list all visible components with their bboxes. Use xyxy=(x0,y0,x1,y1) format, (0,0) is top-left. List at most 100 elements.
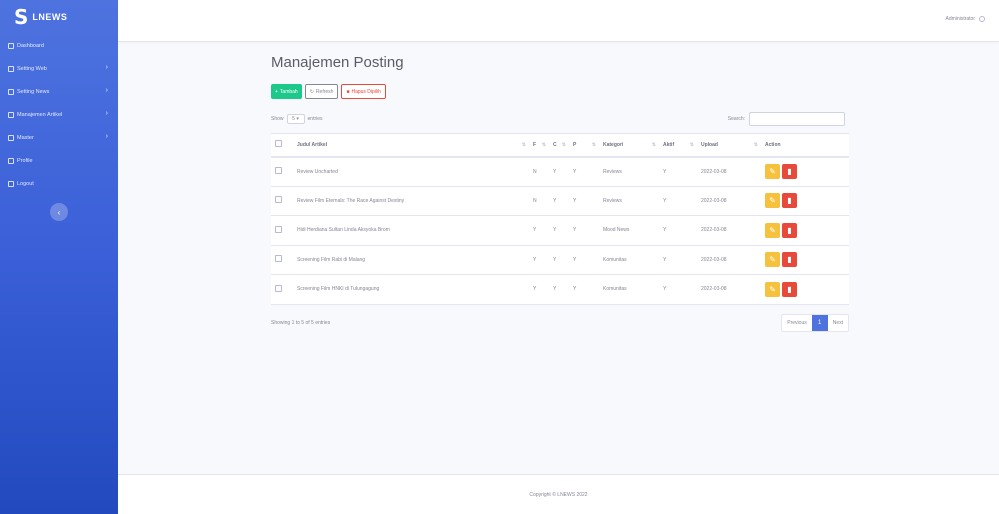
cell-title: Review Uncharted xyxy=(293,156,529,187)
add-button[interactable]: + Tambah xyxy=(271,84,302,99)
row-checkbox[interactable] xyxy=(275,255,282,263)
table-row: Screening Film Rabi di Malang Y Y Y Komu… xyxy=(271,245,849,275)
cell-kategori: Komunitas xyxy=(599,245,659,275)
cell-p: Y xyxy=(569,215,599,246)
cell-kategori: Mood News xyxy=(599,215,659,246)
entries-select[interactable]: 5 ▾ xyxy=(286,114,305,124)
action-buttons: + Tambah ↻ Refresh ■ Hapus Dipilih xyxy=(271,84,849,99)
add-button-label: Tambah xyxy=(279,88,298,95)
header-c[interactable]: C xyxy=(549,133,569,158)
folder-icon xyxy=(8,111,14,118)
entries-select-value: 5 xyxy=(292,116,295,122)
logout-icon xyxy=(8,180,14,187)
sidebar-item-logout[interactable]: Logout xyxy=(0,172,118,195)
page-title: Manajemen Posting xyxy=(271,54,404,71)
select-all-header[interactable] xyxy=(271,133,293,158)
checkbox-icon[interactable] xyxy=(275,140,282,148)
edit-button[interactable]: ✎ xyxy=(765,222,780,238)
delete-button[interactable]: ▮ xyxy=(782,222,797,238)
table-footer: Showing 1 to 5 of 5 entries Previous 1 N… xyxy=(271,313,849,333)
sidebar-item-setting-web[interactable]: Setting Web › xyxy=(0,57,118,80)
row-checkbox[interactable] xyxy=(275,225,282,233)
delete-selected-button[interactable]: ■ Hapus Dipilih xyxy=(341,84,386,99)
header-action: Action xyxy=(761,133,849,158)
delete-button[interactable]: ▮ xyxy=(782,193,797,209)
cell-p: Y xyxy=(569,274,599,305)
sidebar-item-dashboard[interactable]: Dashboard xyxy=(0,34,118,57)
user-menu[interactable]: Administrator xyxy=(946,16,985,22)
trash-icon: ▮ xyxy=(787,196,792,206)
edit-button[interactable]: ✎ xyxy=(765,164,780,179)
search-input[interactable] xyxy=(749,112,845,126)
cell-c: Y xyxy=(549,156,569,187)
table-row: Review Film Eternals: The Race Against D… xyxy=(271,186,849,216)
brand[interactable]: S LNEWS xyxy=(0,0,118,34)
dashboard-icon xyxy=(8,42,14,49)
edit-button[interactable]: ✎ xyxy=(765,193,780,209)
cell-title: Hidi Herdiana Sultan Linda Aksyoka Brom xyxy=(293,215,529,246)
refresh-button[interactable]: ↻ Refresh xyxy=(304,84,339,99)
cell-aktif: Y xyxy=(659,186,697,216)
sidebar-item-label: Setting News xyxy=(17,88,50,95)
cell-upload: 2022-03-08 xyxy=(697,156,761,187)
chevron-right-icon: › xyxy=(105,87,108,94)
header-f[interactable]: F xyxy=(529,133,549,158)
show-prefix: Show xyxy=(271,116,284,122)
header-p[interactable]: P xyxy=(569,133,599,158)
cell-p: Y xyxy=(569,156,599,187)
pencil-icon: ✎ xyxy=(769,196,776,206)
header-kategori[interactable]: Kategori xyxy=(599,133,659,158)
header-judul[interactable]: Judul Artikel xyxy=(293,133,529,158)
chevron-left-icon: ‹ xyxy=(57,207,61,217)
cell-f: Y xyxy=(529,245,549,275)
sidebar-item-master[interactable]: Master › xyxy=(0,126,118,149)
table-row: Review Uncharted N Y Y Reviews Y 2022-03… xyxy=(271,156,849,187)
trash-icon: ▮ xyxy=(787,255,792,265)
header-upload[interactable]: Upload xyxy=(697,133,761,158)
sidebar-item-profile[interactable]: Profile xyxy=(0,149,118,172)
pencil-icon: ✎ xyxy=(769,255,776,265)
trash-icon: ▮ xyxy=(787,167,792,176)
cell-f: Y xyxy=(529,274,549,305)
chevron-right-icon: › xyxy=(105,133,108,140)
sidebar-item-label: Master xyxy=(17,134,34,141)
user-name: Administrator xyxy=(945,16,975,22)
next-button[interactable]: Next xyxy=(828,315,848,331)
page-button-current[interactable]: 1 xyxy=(811,314,828,331)
cell-upload: 2022-03-08 xyxy=(697,186,761,216)
user-icon xyxy=(8,157,14,164)
edit-button[interactable]: ✎ xyxy=(765,281,780,297)
sidebar-item-manajemen-artikel[interactable]: Manajemen Artikel › xyxy=(0,103,118,126)
header-aktif[interactable]: Aktif xyxy=(659,133,697,158)
sidebar-item-setting-news[interactable]: Setting News › xyxy=(0,80,118,103)
row-checkbox[interactable] xyxy=(275,167,282,174)
posting-table: Judul Artikel F C P Kategori Aktif Uploa… xyxy=(271,133,849,305)
folder-icon xyxy=(8,134,14,141)
cell-c: Y xyxy=(549,215,569,246)
cell-aktif: Y xyxy=(659,274,697,305)
sidebar-toggle-button[interactable]: ‹ xyxy=(50,203,68,221)
edit-button[interactable]: ✎ xyxy=(765,252,780,268)
delete-button[interactable]: ▮ xyxy=(782,164,797,179)
table-controls: Show 5 ▾ entries Search: xyxy=(271,111,849,127)
refresh-icon: ↻ xyxy=(309,88,314,95)
delete-button[interactable]: ▮ xyxy=(782,281,797,297)
pencil-icon: ✎ xyxy=(769,284,776,294)
previous-button[interactable]: Previous xyxy=(782,315,811,331)
sidebar-item-label: Dashboard xyxy=(17,42,44,49)
brand-name: LNEWS xyxy=(32,12,68,22)
sidebar-item-label: Manajemen Artikel xyxy=(17,111,63,118)
cell-c: Y xyxy=(549,274,569,305)
row-checkbox[interactable] xyxy=(275,284,282,292)
delete-button[interactable]: ▮ xyxy=(782,252,797,268)
table-row: Screening Film HNKI di Tulungagung Y Y Y… xyxy=(271,274,849,305)
trash-icon: ▮ xyxy=(787,284,792,294)
cell-f: N xyxy=(529,186,549,216)
topbar: Administrator xyxy=(118,0,999,42)
cell-title: Screening Film Rabi di Malang xyxy=(293,245,529,275)
cell-aktif: Y xyxy=(659,215,697,246)
cell-p: Y xyxy=(569,186,599,216)
row-checkbox[interactable] xyxy=(275,196,282,204)
table-info: Showing 1 to 5 of 5 entries xyxy=(271,319,331,326)
pencil-icon: ✎ xyxy=(769,167,776,176)
